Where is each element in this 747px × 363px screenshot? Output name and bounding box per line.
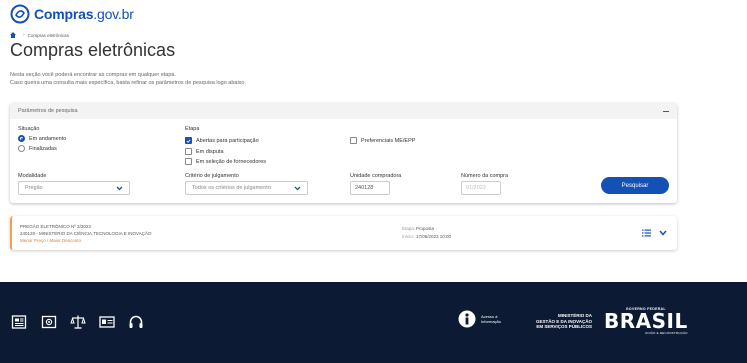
logo-suffix-text: .gov.br [93, 6, 134, 22]
numero-input[interactable]: 01/2022 [461, 181, 501, 195]
desc-line-1: Nesta seção você poderá encontrar as com… [10, 72, 177, 78]
checkbox-unchecked[interactable] [185, 158, 192, 165]
situacao-option-label: Finalizadas [29, 145, 57, 152]
result-card[interactable]: PREGÃO ELETRÔNICO Nº 2/2023 240128 - MIN… [10, 216, 677, 250]
result-inicio-value: 17/05/2023 10:00 [416, 234, 452, 239]
site-header: Compras.gov.br [0, 0, 747, 28]
ministry-signature: MINISTÉRIO DA GESTÃO E DA INOVAÇÃO EM SE… [536, 313, 592, 330]
chevron-right-icon: › [23, 32, 25, 38]
criterio-label: Critério de julgamento [185, 173, 239, 179]
newspaper-icon[interactable] [11, 314, 27, 330]
result-etapa-value: Proposta [416, 226, 435, 231]
numero-label: Número da compra [461, 173, 509, 179]
preferenciais-me-epp[interactable]: Preferenciais ME/EPP [350, 137, 415, 144]
modalidade-value: Pregão [25, 185, 43, 191]
etapa-option-abertas[interactable]: Abertas para participação [185, 137, 259, 144]
radio-selected[interactable] [18, 135, 25, 142]
breadcrumb: › Compras eletrônicas [10, 32, 69, 38]
site-logo[interactable]: Compras.gov.br [34, 6, 134, 22]
search-button[interactable]: Pesquisar [601, 177, 669, 194]
modalidade-select[interactable]: Pregão [18, 181, 130, 195]
page-description: Nesta seção você poderá encontrar as com… [10, 71, 246, 87]
info-icon [458, 310, 476, 328]
compras-logo-icon[interactable] [10, 4, 30, 24]
checkmark-icon [186, 138, 191, 143]
expand-chevron-icon[interactable] [659, 230, 667, 236]
preferenciais-label: Preferenciais ME/EPP [361, 137, 416, 144]
ministry-line-3: EM SERVIÇOS PÚBLICOS [536, 324, 593, 329]
search-panel-title: Parâmetros de pesquisa [18, 108, 78, 114]
result-criterio: Menor Preço / Maior Desconto [20, 238, 82, 243]
criterio-select[interactable]: Todos os critérios de julgamento [185, 181, 308, 195]
media-icon[interactable] [41, 314, 57, 330]
situacao-option-label: Em andamento [29, 135, 67, 142]
governo-federal-logo: GOVERNO FEDERAL BRASIL UNIÃO E RECONSTRU… [604, 307, 688, 335]
desc-line-2: Caso queira uma consulta mais específica… [10, 80, 247, 86]
situacao-label: Situação [18, 126, 40, 132]
logo-main-text: Compras [34, 6, 94, 22]
scale-justice-icon[interactable] [70, 314, 86, 330]
page-title: Compras eletrônicas [10, 40, 176, 60]
acesso-line-2: Informação [481, 319, 502, 324]
result-etapa-key: Etapa: [402, 226, 416, 231]
checkbox-checked[interactable] [185, 137, 192, 144]
unidade-input[interactable]: 240128 [350, 181, 390, 195]
checkbox-unchecked[interactable] [350, 137, 357, 144]
result-subtitle: 240128 - MINISTÉRIO DA CIÊNCIA,TECNOLOGI… [20, 231, 152, 236]
checkbox-unchecked[interactable] [185, 148, 192, 155]
brasil-wordmark: BRASIL [604, 309, 688, 333]
list-details-icon[interactable] [642, 229, 651, 237]
headset-support-icon[interactable] [128, 314, 144, 330]
situacao-option-em-andamento[interactable]: Em andamento [18, 135, 66, 142]
acesso-informacao-text: Acesso à Informação [481, 314, 501, 324]
result-title[interactable]: PREGÃO ELETRÔNICO Nº 2/2023 [20, 224, 91, 229]
etapa-label: Etapa [185, 126, 200, 132]
criterio-value: Todos os critérios de julgamento [192, 185, 271, 191]
etapa-option-label: Abertas para participação [196, 137, 259, 144]
chevron-down-icon [116, 186, 123, 190]
search-panel-header[interactable]: Parâmetros de pesquisa [10, 103, 677, 119]
etapa-option-label: Em disputa [196, 148, 224, 155]
chevron-down-icon [294, 186, 301, 190]
home-icon[interactable] [10, 32, 16, 38]
id-card-icon[interactable] [99, 314, 115, 330]
etapa-option-em-disputa[interactable]: Em disputa [185, 148, 224, 155]
radio-unselected[interactable] [18, 145, 25, 152]
unidade-label: Unidade compradora [350, 173, 402, 179]
etapa-option-label: Em seleção de fornecedores [196, 158, 267, 165]
situacao-option-finalizadas[interactable]: Finalizadas [18, 145, 57, 152]
acesso-informacao-link[interactable]: Acesso à Informação [458, 310, 501, 328]
breadcrumb-current: Compras eletrônicas [27, 32, 69, 38]
site-footer: Acesso à Informação MINISTÉRIO DA GESTÃO… [0, 282, 747, 363]
collapse-icon[interactable] [663, 110, 669, 112]
etapa-option-em-selecao[interactable]: Em seleção de fornecedores [185, 158, 266, 165]
result-inicio-key: Início: [402, 234, 415, 239]
modalidade-label: Modalidade [18, 173, 47, 179]
